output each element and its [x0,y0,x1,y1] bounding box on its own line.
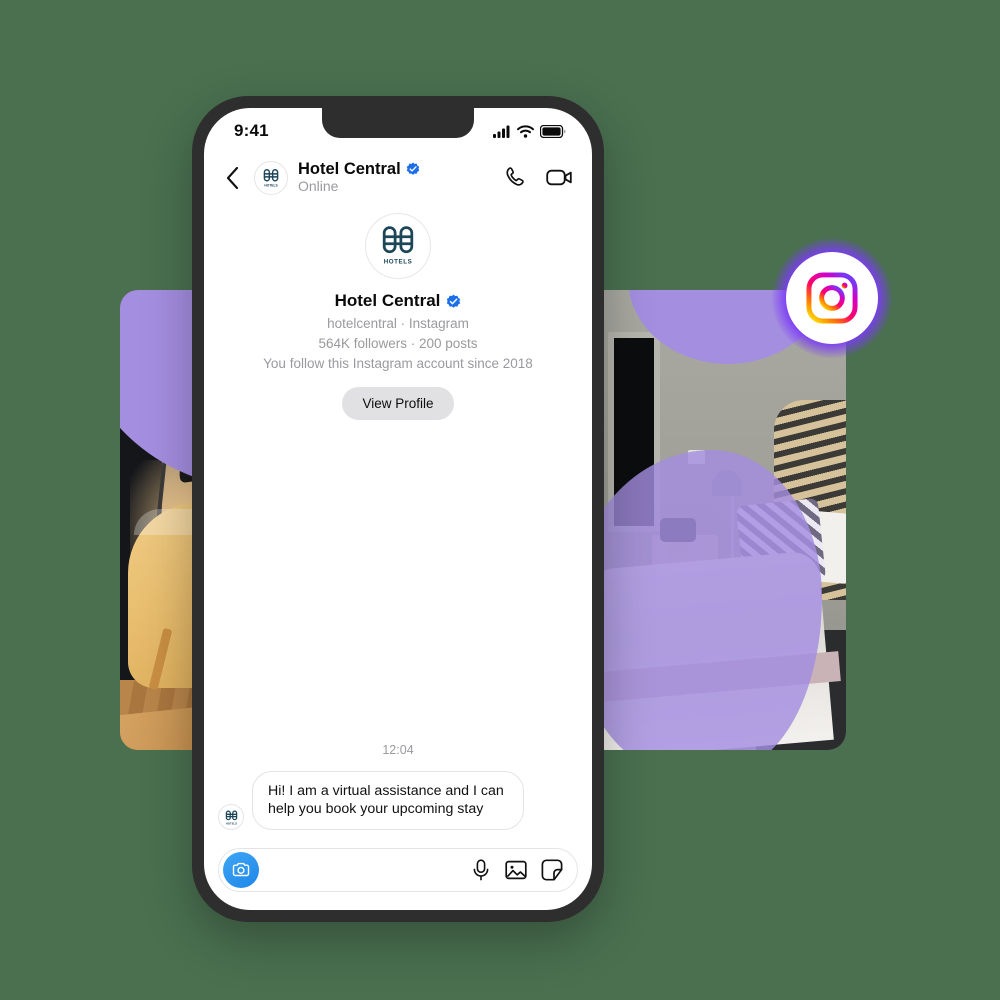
sticker-icon[interactable] [541,859,563,881]
svg-text:HOTELS: HOTELS [384,258,413,265]
hotels-logo-icon: HOTELS [225,809,237,825]
header-online-status: Online [298,178,339,195]
instagram-logo-circle [786,252,878,344]
message-sender-avatar: HOTELS [218,804,244,830]
profile-handle-line: hotelcentral · Instagram [327,316,469,332]
back-button[interactable] [220,163,244,193]
camera-button[interactable] [223,852,259,888]
header-actions [503,165,574,190]
profile-stats-line: 564K followers · 200 posts [318,336,478,352]
profile-name: Hotel Central [334,291,441,311]
verified-badge-icon [406,162,419,176]
phone-notch [322,108,474,138]
camera-icon [232,862,250,877]
message-timestamp: 12:04 [382,742,414,757]
hotels-logo-icon: HOTELS [263,168,278,187]
photo-gallery-icon[interactable] [505,859,527,881]
message-list: 12:04 HOTELS Hi! I am a virtual assistan… [204,420,592,838]
hotels-logo-icon: HOTELS [382,226,414,265]
composer-bar[interactable] [218,848,578,892]
profile-name-row: Hotel Central [335,291,462,311]
phone-mockup: 9:41 HOTELS Hotel Central Online HOTELS … [192,96,604,922]
chevron-left-icon [226,166,238,189]
phone-call-icon[interactable] [503,165,528,190]
wifi-icon [517,124,534,138]
profile-card: HOTELS Hotel Central hotelcentral · Inst… [204,207,592,421]
header-avatar[interactable]: HOTELS [254,160,288,195]
video-camera-icon[interactable] [546,165,574,190]
message-bubble: Hi! I am a virtual assistance and I can … [252,770,524,830]
header-text-block: Hotel Central Online [298,160,493,195]
profile-avatar[interactable]: HOTELS [365,213,431,280]
profile-follow-line: You follow this Instagram account since … [263,356,533,372]
message-row: HOTELS Hi! I am a virtual assistance and… [218,770,578,830]
chat-body: HOTELS Hotel Central Online HOTELS Hotel… [204,152,592,910]
photo-left-chair-leg [148,627,173,691]
instagram-logo-icon [806,272,858,324]
view-profile-button[interactable]: View Profile [342,387,454,421]
photo-right-purple-overlay-blob [600,450,822,750]
status-bar-clock: 9:41 [234,121,269,140]
message-composer [204,838,592,910]
decorative-photo-right [600,290,846,750]
composer-icons [471,859,563,881]
microphone-icon[interactable] [471,859,491,881]
header-contact-name-row: Hotel Central [298,160,493,178]
svg-text:HOTELS: HOTELS [225,821,236,825]
header-contact-name: Hotel Central [298,160,401,178]
chat-header: HOTELS Hotel Central Online [204,152,592,207]
verified-badge-icon [447,294,461,308]
phone-screen: 9:41 HOTELS Hotel Central Online HOTELS … [204,108,592,910]
instagram-badge [772,238,892,358]
status-bar-icons [493,124,566,138]
cellular-signal-icon [493,125,510,138]
battery-icon [540,124,566,138]
svg-text:HOTELS: HOTELS [264,183,278,187]
